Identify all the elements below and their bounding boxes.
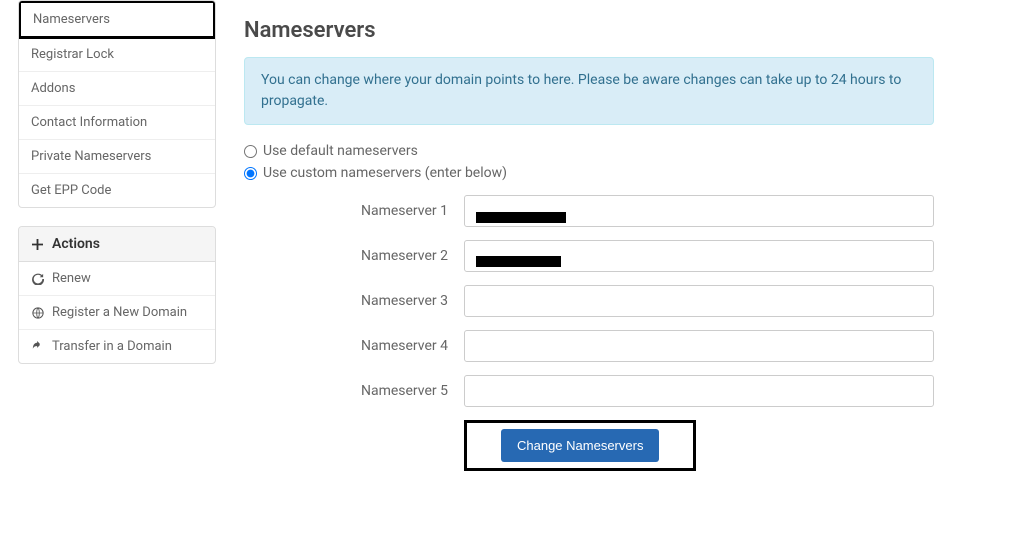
sidebar-action-label: Register a New Domain: [52, 305, 187, 320]
sidebar-item-label: Get EPP Code: [31, 183, 111, 198]
sidebar-item-registrar-lock[interactable]: Registrar Lock: [19, 38, 215, 72]
radio-custom-nameservers[interactable]: Use custom nameservers (enter below): [244, 165, 934, 181]
sidebar-item-label: Nameservers: [33, 12, 110, 27]
sidebar-item-label: Addons: [31, 81, 75, 96]
sidebar-item-contact-information[interactable]: Contact Information: [19, 106, 215, 140]
radio-default-label: Use default nameservers: [263, 143, 418, 159]
nameserver-5-input[interactable]: [464, 375, 934, 407]
nameserver-4-input[interactable]: [464, 330, 934, 362]
sidebar-action-label: Renew: [52, 271, 91, 286]
share-icon: [31, 340, 44, 353]
plus-icon: [31, 238, 44, 251]
sidebar-item-label: Private Nameservers: [31, 149, 151, 164]
info-alert: You can change where your domain points …: [244, 57, 934, 125]
sidebar-item-get-epp-code[interactable]: Get EPP Code: [19, 174, 215, 207]
sidebar-manage-panel: Nameservers Registrar Lock Addons Contac…: [18, 0, 216, 208]
radio-custom-input[interactable]: [244, 167, 257, 180]
sidebar-action-register-domain[interactable]: Register a New Domain: [19, 296, 215, 330]
page-title: Nameservers: [244, 18, 934, 43]
radio-default-nameservers[interactable]: Use default nameservers: [244, 143, 934, 159]
submit-highlight-box: Change Nameservers: [464, 420, 696, 471]
sidebar-actions-panel: Actions Renew Register a New Domain Tran…: [18, 226, 216, 364]
nameserver-4-label: Nameserver 4: [244, 338, 464, 354]
globe-icon: [31, 306, 44, 319]
radio-default-input[interactable]: [244, 145, 257, 158]
sidebar-actions-heading: Actions: [19, 227, 215, 262]
refresh-icon: [31, 272, 44, 285]
sidebar-actions-heading-text: Actions: [52, 236, 100, 252]
nameserver-2-label: Nameserver 2: [244, 248, 464, 264]
sidebar-action-renew[interactable]: Renew: [19, 262, 215, 296]
sidebar-item-addons[interactable]: Addons: [19, 72, 215, 106]
sidebar-action-label: Transfer in a Domain: [52, 339, 172, 354]
sidebar-item-label: Registrar Lock: [31, 47, 114, 62]
nameserver-3-input[interactable]: [464, 285, 934, 317]
sidebar-item-private-nameservers[interactable]: Private Nameservers: [19, 140, 215, 174]
sidebar-item-label: Contact Information: [31, 115, 147, 130]
redacted-text: [476, 256, 561, 267]
radio-custom-label: Use custom nameservers (enter below): [263, 165, 507, 181]
nameserver-3-label: Nameserver 3: [244, 293, 464, 309]
nameserver-5-label: Nameserver 5: [244, 383, 464, 399]
sidebar-item-nameservers[interactable]: Nameservers: [18, 0, 216, 39]
nameserver-1-label: Nameserver 1: [244, 203, 464, 219]
change-nameservers-button[interactable]: Change Nameservers: [501, 429, 659, 462]
redacted-text: [476, 212, 566, 223]
sidebar-action-transfer-domain[interactable]: Transfer in a Domain: [19, 330, 215, 363]
